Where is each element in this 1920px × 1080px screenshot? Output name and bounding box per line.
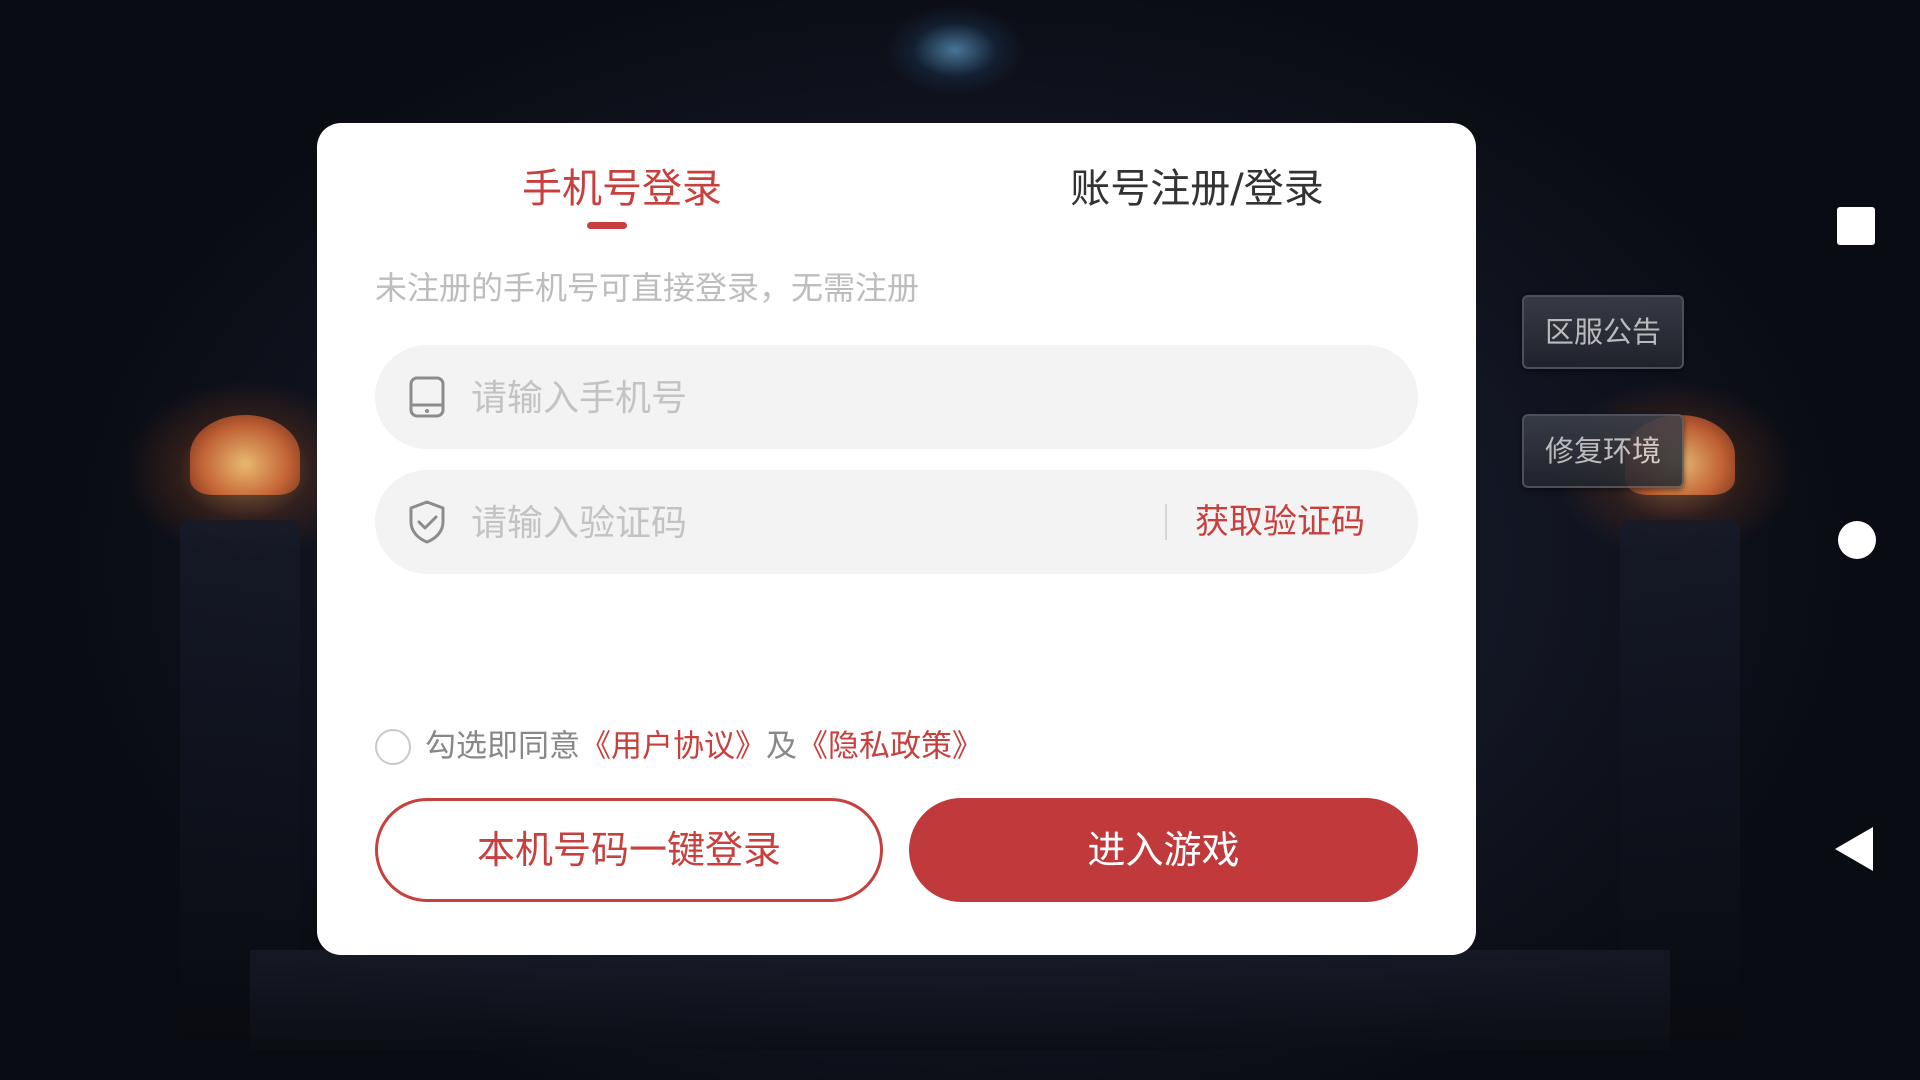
agreement-and: 及 bbox=[766, 728, 797, 765]
left-lamp bbox=[190, 415, 300, 495]
agreement-prefix: 勾选即同意 bbox=[425, 728, 580, 765]
code-field[interactable]: 获取验证码 bbox=[375, 470, 1418, 574]
square-icon[interactable] bbox=[1837, 207, 1875, 245]
active-tab-indicator bbox=[587, 222, 627, 229]
privacy-policy-link[interactable]: 《隐私政策》 bbox=[797, 729, 983, 765]
verification-code-input[interactable] bbox=[469, 494, 1133, 552]
field-divider bbox=[1165, 504, 1167, 540]
one-key-login-button[interactable]: 本机号码一键登录 bbox=[375, 798, 883, 902]
agreement-row: 勾选即同意《用户协议》及《隐私政策》 bbox=[375, 723, 983, 767]
get-code-button[interactable]: 获取验证码 bbox=[1195, 494, 1365, 550]
phone-icon bbox=[409, 376, 445, 418]
agreement-checkbox[interactable] bbox=[375, 728, 411, 765]
repair-environment-button[interactable]: 修复环境 bbox=[1522, 414, 1684, 488]
login-card: 手机号登录 账号注册/登录 未注册的手机号可直接登录，无需注册 获取验证码 勾选… bbox=[317, 123, 1476, 955]
shield-check-icon bbox=[409, 500, 445, 544]
server-notice-button[interactable]: 区服公告 bbox=[1522, 295, 1684, 369]
login-hint: 未注册的手机号可直接登录，无需注册 bbox=[375, 269, 920, 307]
enter-game-button[interactable]: 进入游戏 bbox=[909, 798, 1418, 902]
back-triangle-icon[interactable] bbox=[1835, 827, 1873, 871]
circle-icon[interactable] bbox=[1838, 521, 1876, 559]
user-agreement-link[interactable]: 《用户协议》 bbox=[580, 729, 766, 765]
game-background: 手机号登录 账号注册/登录 未注册的手机号可直接登录，无需注册 获取验证码 勾选… bbox=[0, 0, 1920, 1080]
tab-phone-login[interactable]: 手机号登录 bbox=[497, 159, 747, 219]
floor bbox=[250, 950, 1670, 1050]
phone-field[interactable] bbox=[375, 345, 1418, 449]
phone-input[interactable] bbox=[469, 369, 1373, 427]
tab-account-login[interactable]: 账号注册/登录 bbox=[1017, 159, 1377, 219]
